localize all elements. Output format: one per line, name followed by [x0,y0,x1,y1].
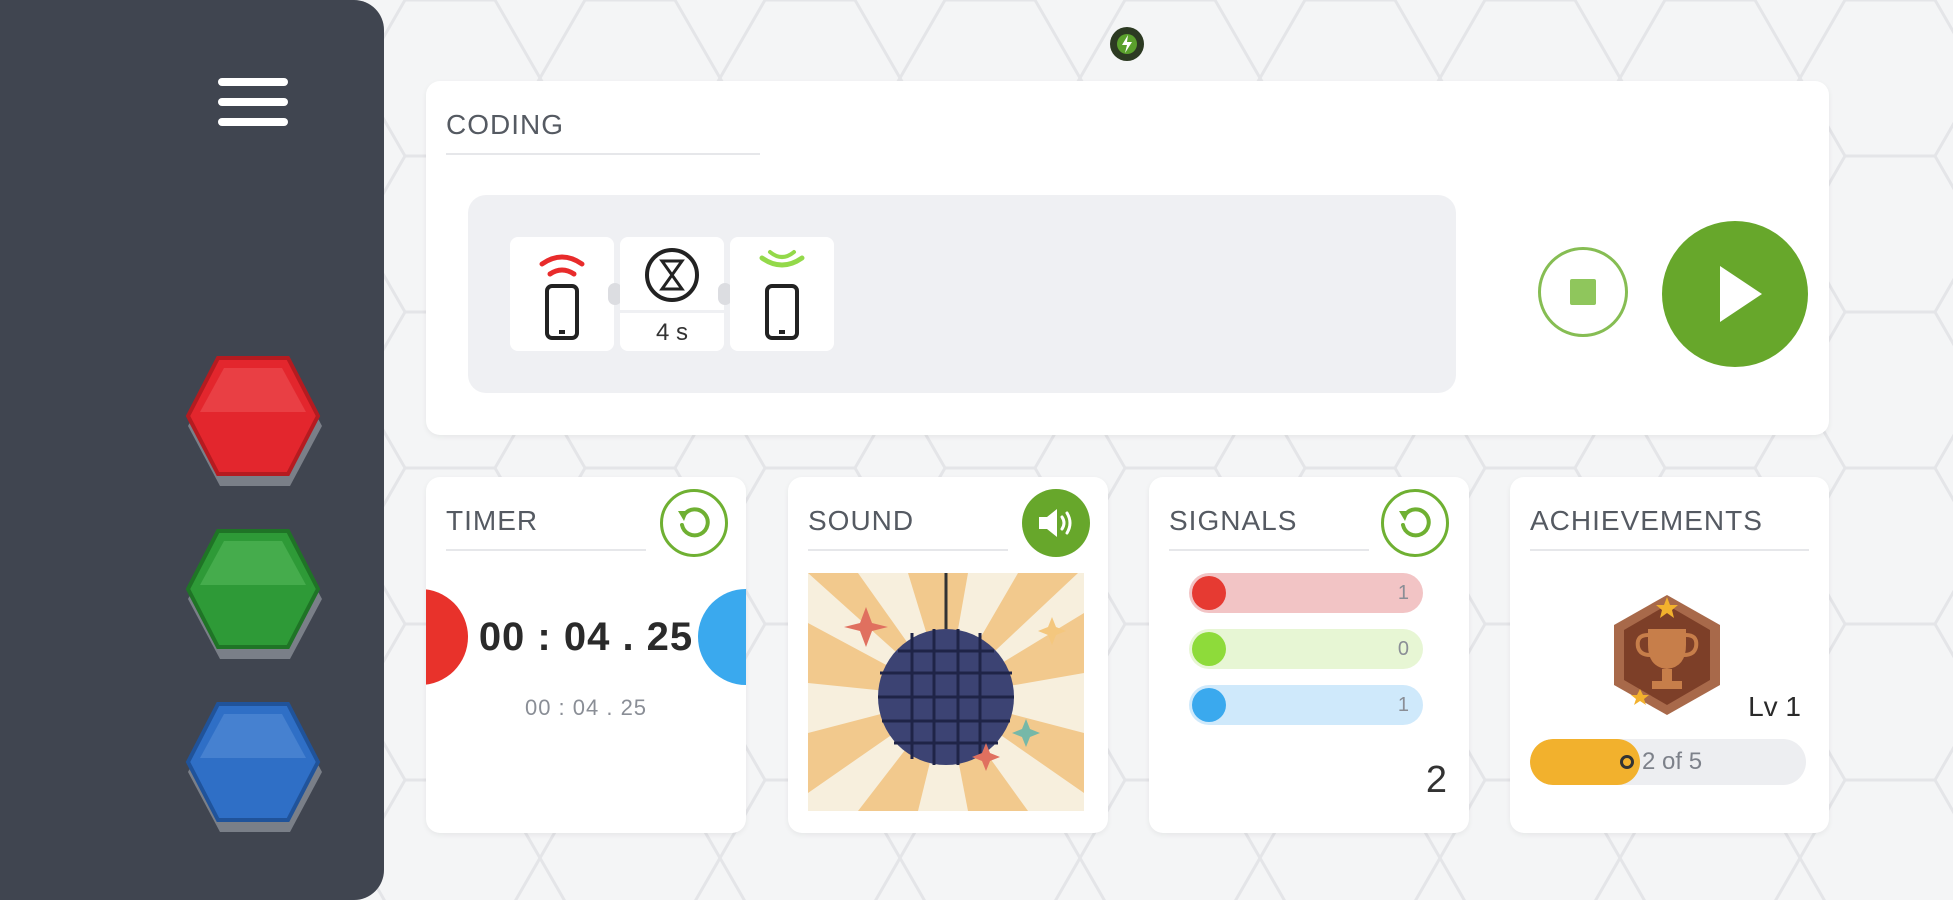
divider [446,549,646,551]
signal-count: 0 [1397,637,1409,660]
trophy-badge-icon [1614,595,1720,715]
achievements-panel: ACHIEVEMENTS Lv 1 2 of 5 [1510,477,1829,833]
disco-ball-image [808,573,1084,811]
divider [808,549,1008,551]
signal-count: 1 [1397,693,1409,716]
progress-text: 2 of 5 [1642,748,1703,775]
phone-send-icon [539,254,585,340]
divider [1530,549,1809,551]
timer-panel: TIMER 00 : 04 . 25 00 : 04 . 25 [426,477,746,833]
timer-sub-display: 00 : 04 . 25 [524,695,648,720]
code-workspace[interactable]: 4 s [468,195,1456,393]
signals-panel: SIGNALS 1 0 1 2 [1149,477,1469,833]
wait-duration: 4 s [620,310,724,351]
timer-display: 00 : 04 . 25 [478,615,694,659]
blue-signal-dot [1192,688,1226,722]
menu-icon[interactable] [214,74,292,134]
stop-button[interactable] [1538,247,1628,337]
red-hex-button[interactable] [182,354,328,490]
timer-reset-button[interactable] [660,489,728,557]
achievements-title: ACHIEVEMENTS [1530,505,1763,536]
sound-title: SOUND [808,505,915,536]
signal-row-red: 1 [1189,573,1423,613]
green-signal-dot [1192,632,1226,666]
progress-marker-icon [1620,755,1634,769]
achievement-level: Lv 1 [1748,691,1801,722]
signal-row-blue: 1 [1189,685,1423,725]
signals-reset-button[interactable] [1381,489,1449,557]
red-signal-dot [1192,576,1226,610]
reset-icon [1399,507,1431,538]
coding-title: CODING [446,109,564,140]
play-button[interactable] [1662,221,1808,367]
progress-label: 2 of 5 [1620,739,1702,785]
signals-total: 2 [1425,759,1447,801]
send-signal-block[interactable] [510,237,614,351]
signals-title: SIGNALS [1169,505,1298,536]
phone-receive-icon [759,250,805,340]
coding-panel: CODING 4 s [426,81,1829,435]
receive-signal-block[interactable] [730,237,834,351]
green-hex-button[interactable] [182,527,328,663]
wait-icon [645,248,699,302]
power-status-icon [1110,27,1144,61]
reset-icon [678,507,710,538]
divider [1169,549,1369,551]
wait-block[interactable]: 4 s [620,237,724,351]
divider [446,153,760,155]
blue-hex-button[interactable] [182,700,328,836]
sound-panel: SOUND [788,477,1108,833]
timer-title: TIMER [446,505,539,536]
achievement-progress-bar: 2 of 5 [1530,739,1806,785]
sidebar [0,0,384,900]
sound-toggle-button[interactable] [1022,489,1090,557]
speaker-icon [1039,509,1072,537]
signal-count: 1 [1397,581,1409,604]
signal-row-green: 0 [1189,629,1423,669]
